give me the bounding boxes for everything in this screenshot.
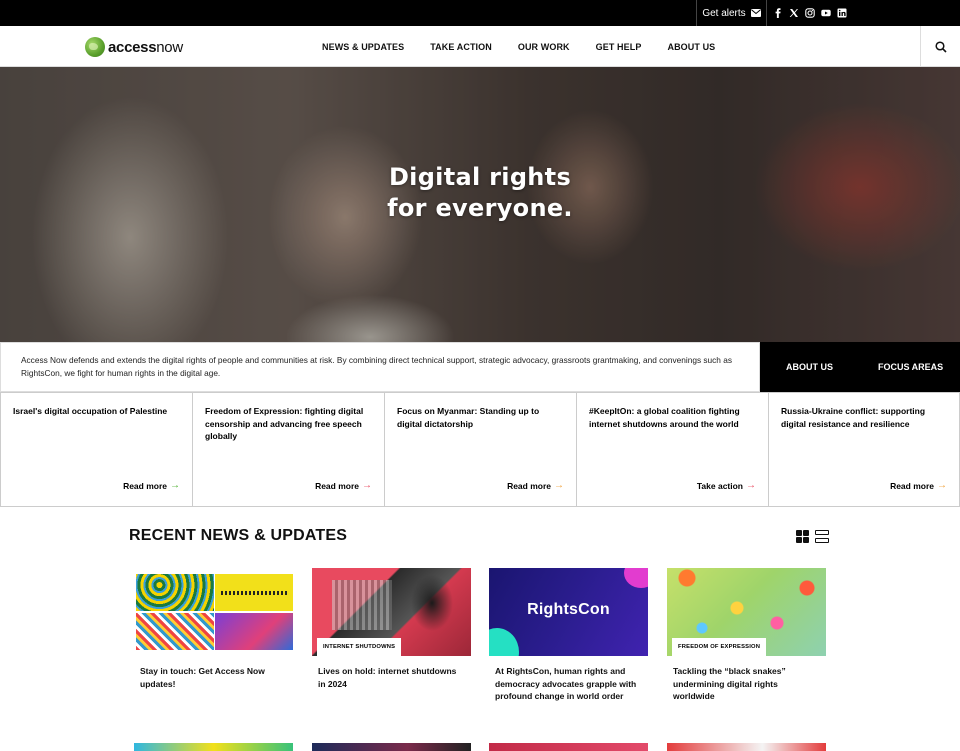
arrow-right-icon: → — [554, 480, 564, 491]
focus-card-link[interactable]: Read more → — [507, 480, 564, 492]
utility-bar: Get alerts — [0, 0, 960, 26]
nav-get-help[interactable]: GET HELP — [596, 42, 642, 52]
news-card-image-partial[interactable] — [312, 743, 471, 751]
arrow-right-icon: → — [937, 480, 947, 491]
view-toggle — [796, 530, 829, 543]
envelope-icon — [750, 9, 761, 17]
news-card[interactable]: RightsCon At RightsCon, human rights and… — [489, 568, 648, 703]
instagram-icon[interactable] — [804, 8, 815, 19]
list-view-icon[interactable] — [815, 530, 829, 543]
nav-our-work[interactable]: OUR WORK — [518, 42, 570, 52]
news-card-image: FREEDOM OF EXPRESSION — [667, 568, 826, 656]
grid-view-icon[interactable] — [796, 530, 809, 543]
hero-headline: Digital rights for everyone. — [0, 162, 960, 224]
focus-card[interactable]: Focus on Myanmar: Standing up to digital… — [384, 392, 576, 507]
globe-logo-icon — [85, 37, 105, 57]
facebook-icon[interactable] — [772, 8, 783, 19]
mission-links: ABOUT US FOCUS AREAS — [760, 342, 960, 392]
news-card-image: RightsCon — [489, 568, 648, 656]
search-button[interactable] — [920, 26, 960, 67]
news-card[interactable]: INTERNET SHUTDOWNS Lives on hold: intern… — [312, 568, 471, 690]
news-card-tag[interactable]: FREEDOM OF EXPRESSION — [672, 638, 767, 656]
access-now-logo[interactable]: accessnow — [85, 37, 183, 57]
linkedin-icon[interactable] — [836, 8, 847, 19]
recent-news-heading: RECENT NEWS & UPDATES — [129, 527, 348, 544]
youtube-icon[interactable] — [820, 8, 831, 19]
news-card-title: Tackling the “black snakes” undermining … — [673, 666, 786, 701]
hero-headline-line-1: Digital rights — [388, 163, 572, 191]
focus-card[interactable]: Freedom of Expression: fighting digital … — [192, 392, 384, 507]
news-card[interactable]: Stay in touch: Get Access Now updates! — [134, 568, 293, 690]
focus-areas-link[interactable]: FOCUS AREAS — [878, 362, 943, 372]
news-card-image-partial[interactable] — [489, 743, 648, 751]
focus-card-title: #KeepItOn: a global coalition fighting i… — [589, 406, 740, 429]
focus-card-title: Freedom of Expression: fighting digital … — [205, 406, 364, 441]
news-card-image-partial[interactable] — [667, 743, 826, 751]
focus-card-link[interactable]: Read more → — [890, 480, 947, 492]
focus-card-link[interactable]: Read more → — [123, 480, 180, 492]
get-alerts-button[interactable]: Get alerts — [696, 0, 767, 26]
focus-card[interactable]: Russia-Ukraine conflict: supporting digi… — [768, 392, 960, 507]
nav-about-us[interactable]: ABOUT US — [667, 42, 715, 52]
hero-headline-line-2: for everyone. — [387, 194, 573, 222]
search-icon — [934, 40, 947, 53]
arrow-right-icon: → — [362, 480, 372, 491]
nav-news-updates[interactable]: NEWS & UPDATES — [322, 42, 404, 52]
news-card[interactable]: FREEDOM OF EXPRESSION Tackling the “blac… — [667, 568, 826, 703]
nav-take-action[interactable]: TAKE ACTION — [430, 42, 492, 52]
logo-wordmark: accessnow — [108, 38, 183, 56]
focus-card-title: Russia-Ukraine conflict: supporting digi… — [781, 406, 926, 429]
news-card-image — [134, 568, 293, 656]
focus-card-link[interactable]: Read more → — [315, 480, 372, 492]
focus-card-link[interactable]: Take action → — [697, 480, 756, 492]
main-nav: NEWS & UPDATES TAKE ACTION OUR WORK GET … — [322, 26, 741, 67]
social-links — [772, 0, 847, 26]
focus-card-title: Focus on Myanmar: Standing up to digital… — [397, 406, 540, 429]
news-card-tag[interactable]: INTERNET SHUTDOWNS — [317, 638, 402, 656]
hero-banner: Digital rights for everyone. — [0, 67, 960, 342]
x-icon[interactable] — [788, 8, 799, 19]
rightscon-logo-text: RightsCon — [527, 601, 610, 618]
focus-card[interactable]: #KeepItOn: a global coalition fighting i… — [576, 392, 768, 507]
get-alerts-label: Get alerts — [702, 7, 746, 19]
arrow-right-icon: → — [170, 480, 180, 491]
news-card-title: Stay in touch: Get Access Now updates! — [140, 666, 265, 689]
arrow-right-icon: → — [746, 480, 756, 491]
news-card-title: At RightsCon, human rights and democracy… — [495, 666, 637, 701]
news-card-image-partial[interactable] — [134, 743, 293, 751]
focus-cards: Israel's digital occupation of Palestine… — [0, 392, 960, 507]
mission-statement: Access Now defends and extends the digit… — [0, 342, 760, 392]
site-header: accessnow NEWS & UPDATES TAKE ACTION OUR… — [0, 26, 960, 67]
news-card-title: Lives on hold: internet shutdowns in 202… — [318, 666, 457, 689]
focus-card[interactable]: Israel's digital occupation of Palestine… — [0, 392, 192, 507]
focus-card-title: Israel's digital occupation of Palestine — [13, 406, 168, 416]
news-card-image: INTERNET SHUTDOWNS — [312, 568, 471, 656]
about-us-link[interactable]: ABOUT US — [786, 362, 833, 372]
